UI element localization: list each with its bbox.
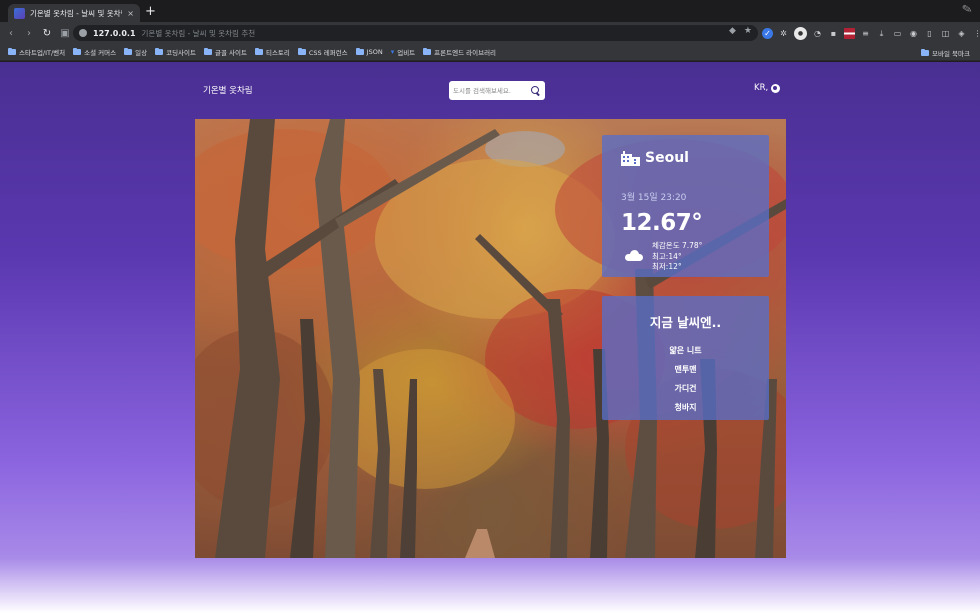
high-temperature: 최고:14° bbox=[652, 251, 682, 261]
bookmark-label: 업비트 bbox=[397, 49, 416, 57]
extensions-area: ✓ ✲ ● ◔ ▪ ≡ ⤓ ▭ ◉ ▯ ◫ ◈ ⋮ bbox=[762, 22, 980, 44]
extension-icon[interactable]: ◔ bbox=[812, 28, 823, 39]
city-name: Seoul bbox=[645, 150, 689, 166]
weather-card: Seoul 3월 15일 23:20 12.67° 체감온도 7.78° 최고:… bbox=[602, 135, 769, 277]
bookmark-folder[interactable]: 일상 bbox=[124, 47, 147, 57]
address-toolbar: ‹ › ↻ ▣ 127.0.0.1 기온별 옷차림 - 날씨 및 옷차림 추천 … bbox=[0, 22, 980, 44]
folder-icon bbox=[8, 48, 16, 55]
us-flag-icon[interactable] bbox=[844, 27, 855, 39]
reading-list-icon[interactable]: ≡ bbox=[860, 28, 871, 39]
upbit-icon: ▾ bbox=[390, 48, 395, 56]
bookmark-label: 일상 bbox=[135, 49, 148, 57]
puzzle-extension-icon[interactable]: ◈ bbox=[956, 28, 967, 39]
outfit-card: 지금 날씨엔.. 얇은 니트 맨투맨 가디건 청바지 bbox=[602, 296, 769, 420]
bookmark-folder[interactable]: 소셜 커머스 bbox=[73, 47, 116, 57]
bookmark-folder-mobile[interactable]: 모바일 북마크 bbox=[921, 44, 970, 61]
globe-icon bbox=[771, 83, 781, 93]
back-icon[interactable]: ‹ bbox=[4, 28, 18, 39]
bookmark-label: 티스토리 bbox=[265, 49, 290, 57]
reload-icon[interactable]: ↻ bbox=[40, 28, 54, 39]
folder-icon bbox=[124, 48, 133, 55]
video-icon[interactable]: ▭ bbox=[892, 28, 903, 39]
page-content: 기온별 옷차림 KR, bbox=[0, 62, 980, 613]
tab-close-icon[interactable]: × bbox=[127, 9, 134, 18]
bookmark-folder[interactable]: JSON bbox=[355, 48, 383, 56]
folder-icon bbox=[297, 48, 306, 55]
bookmark-folder[interactable]: 코딩사이트 bbox=[155, 47, 196, 57]
download-icon[interactable]: ⤓ bbox=[876, 28, 887, 39]
bookmarks-bar: 스타트업/IT/벤처 소셜 커머스 일상 코딩사이트 글꼴 사이트 티스토리 C… bbox=[0, 44, 980, 61]
city-row: Seoul bbox=[621, 150, 689, 166]
sidebar-icon[interactable]: ◫ bbox=[940, 28, 951, 39]
weather-details: 체감온도 7.78° 최고:14° 최저:12° bbox=[652, 241, 702, 273]
notion-extension-icon[interactable]: ▣ bbox=[58, 28, 72, 39]
folder-icon bbox=[73, 48, 82, 55]
bookmark-link[interactable]: ▾ 업비트 bbox=[391, 47, 415, 57]
feels-like: 체감온도 7.78° bbox=[652, 241, 703, 250]
folder-icon bbox=[921, 48, 930, 56]
tab-bar: 기온별 옷차림 - 날씨 및 옷차림 추천 × + ✎ bbox=[0, 0, 980, 22]
bookmark-folder[interactable]: 글꼴 사이트 bbox=[204, 47, 247, 57]
folder-icon bbox=[204, 48, 212, 55]
site-title[interactable]: 기온별 옷차림 bbox=[203, 84, 253, 96]
folder-icon bbox=[155, 48, 164, 55]
bookmark-label: JSON bbox=[366, 48, 383, 56]
bookmark-label: 글꼴 사이트 bbox=[215, 49, 247, 57]
profile-logo-icon: ✎ bbox=[960, 1, 974, 17]
bookmark-label: 코딩사이트 bbox=[166, 49, 196, 57]
outfit-item: 청바지 bbox=[674, 403, 697, 412]
bookmark-label: CSS 레퍼런스 bbox=[308, 49, 348, 57]
outfit-list: 얇은 니트 맨투맨 가디건 청바지 bbox=[602, 341, 769, 417]
extension-icon[interactable]: ▪ bbox=[828, 28, 839, 39]
camera-icon[interactable]: ◉ bbox=[908, 28, 919, 39]
outfit-item: 가디건 bbox=[674, 384, 697, 393]
tab-title: 기온별 옷차림 - 날씨 및 옷차림 추천 bbox=[30, 8, 122, 18]
tab-favicon-icon bbox=[14, 7, 25, 19]
date-time: 3월 15일 23:20 bbox=[621, 193, 687, 203]
folder-icon bbox=[423, 48, 432, 55]
site-info-icon[interactable] bbox=[79, 29, 87, 37]
bookmark-label: 소셜 커머스 bbox=[84, 49, 117, 57]
locale-label: KR, bbox=[754, 83, 769, 93]
forward-icon[interactable]: › bbox=[22, 28, 36, 39]
search-icon[interactable] bbox=[531, 85, 541, 96]
cloud-icon bbox=[625, 250, 643, 261]
avatar[interactable]: ● bbox=[794, 26, 807, 40]
low-temperature: 최저:12° bbox=[652, 262, 682, 271]
outfit-heading: 지금 날씨엔.. bbox=[649, 315, 722, 330]
outfit-item: 얇은 니트 bbox=[669, 346, 702, 355]
hero-background-image: Seoul 3월 15일 23:20 12.67° 체감온도 7.78° 최고:… bbox=[195, 119, 786, 558]
panel-icon[interactable]: ▯ bbox=[924, 28, 935, 39]
folder-icon bbox=[254, 48, 263, 55]
bookmark-star-icon[interactable]: ★ bbox=[744, 26, 752, 36]
search-box bbox=[449, 81, 545, 100]
city-building-icon bbox=[621, 150, 640, 166]
bookmark-folder[interactable]: 프론트엔드 라이브러리 bbox=[423, 47, 496, 57]
shield-icon[interactable]: ◆ bbox=[729, 26, 736, 36]
search-input[interactable] bbox=[453, 86, 531, 95]
locale-selector[interactable]: KR, bbox=[754, 83, 781, 93]
address-page-title: 기온별 옷차림 - 날씨 및 옷차림 추천 bbox=[141, 28, 256, 38]
new-tab-button[interactable]: + bbox=[145, 5, 156, 19]
browser-tab[interactable]: 기온별 옷차림 - 날씨 및 옷차림 추천 × bbox=[8, 4, 140, 22]
bookmark-folder[interactable]: 스타트업/IT/벤처 bbox=[8, 47, 65, 57]
bookmark-folder[interactable]: 티스토리 bbox=[254, 47, 290, 57]
outfit-item: 맨투맨 bbox=[674, 365, 697, 374]
bookmark-folder[interactable]: CSS 레퍼런스 bbox=[297, 47, 348, 57]
bookmark-label: 프론트엔드 라이브러리 bbox=[434, 49, 497, 57]
extension-icon[interactable]: ✓ bbox=[762, 27, 773, 39]
settings-gear-icon[interactable]: ✲ bbox=[778, 28, 789, 39]
folder-icon bbox=[355, 48, 364, 55]
current-temperature: 12.67° bbox=[621, 210, 703, 236]
address-bar[interactable]: 127.0.0.1 기온별 옷차림 - 날씨 및 옷차림 추천 ◆ ★ bbox=[73, 25, 758, 41]
address-host: 127.0.0.1 bbox=[93, 28, 136, 38]
bookmark-label: 스타트업/IT/벤처 bbox=[19, 49, 66, 57]
bookmark-label: 모바일 북마크 bbox=[932, 49, 970, 58]
menu-kebab-icon[interactable]: ⋮ bbox=[972, 28, 980, 39]
